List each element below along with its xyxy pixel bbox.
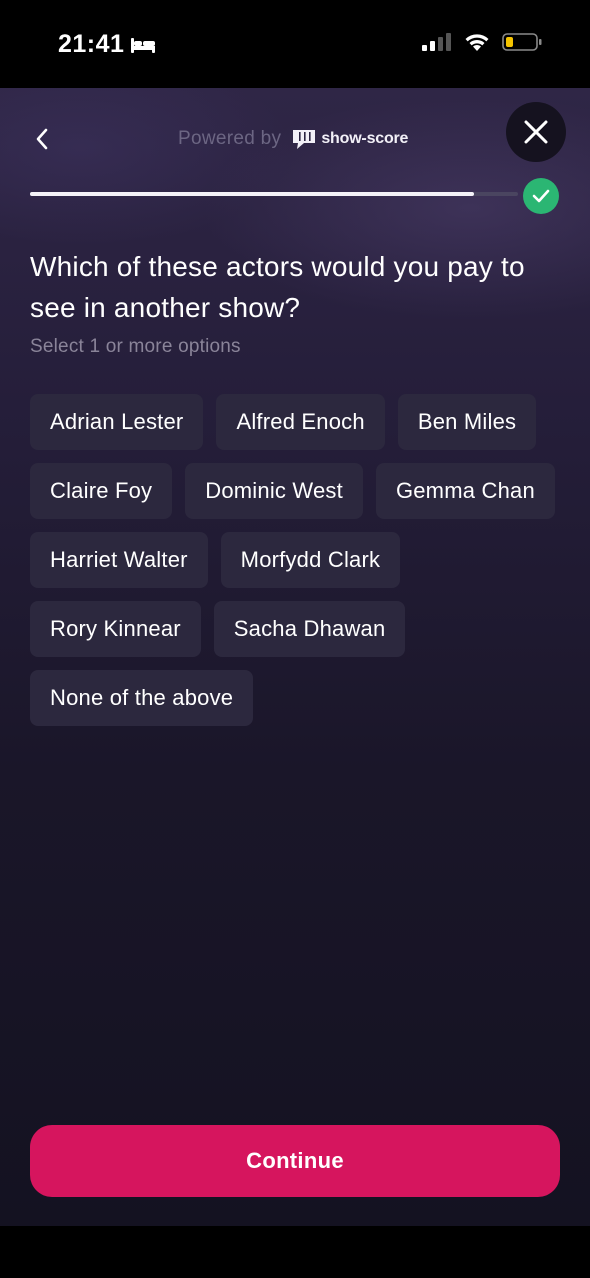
option-chip[interactable]: Morfydd Clark xyxy=(220,532,401,588)
brand-logo: show-score xyxy=(291,128,408,150)
signal-icon xyxy=(422,33,451,51)
option-chip[interactable]: None of the above xyxy=(30,670,254,726)
continue-button[interactable]: Continue xyxy=(30,1125,560,1197)
status-bar: 21:41 xyxy=(0,0,590,88)
close-button[interactable] xyxy=(506,102,566,162)
powered-by: Powered by show-score xyxy=(178,124,408,154)
battery-icon xyxy=(502,33,542,51)
survey-screen: Powered by show-score Which of these act… xyxy=(0,88,590,1226)
option-chip[interactable]: Alfred Enoch xyxy=(216,394,385,450)
bed-icon xyxy=(131,37,156,53)
brand-name: show-score xyxy=(321,130,409,147)
question-title: Which of these actors would you pay to s… xyxy=(30,251,525,323)
wifi-icon xyxy=(465,34,489,51)
bottom-safe-area xyxy=(0,1226,590,1278)
option-chip[interactable]: Claire Foy xyxy=(30,463,173,519)
progress-complete-badge xyxy=(523,178,559,214)
status-time: 21:41 xyxy=(58,30,156,59)
show-score-logo-icon xyxy=(293,130,316,149)
progress-bar xyxy=(30,192,518,196)
option-chip[interactable]: Rory Kinnear xyxy=(30,601,201,657)
check-icon xyxy=(532,189,550,203)
powered-by-label: Powered by xyxy=(178,128,282,149)
close-icon xyxy=(524,120,548,144)
option-chip[interactable]: Dominic West xyxy=(185,463,363,519)
chevron-left-icon xyxy=(36,128,48,150)
question-hint: Select 1 or more options xyxy=(30,336,241,357)
option-chip[interactable]: Sacha Dhawan xyxy=(213,601,406,657)
option-list: Adrian Lester Alfred Enoch Ben Miles Claire… xyxy=(30,394,560,726)
progress-fill xyxy=(30,192,475,196)
clock-text: 21:41 xyxy=(58,30,125,58)
option-chip[interactable]: Gemma Chan xyxy=(375,463,555,519)
option-chip[interactable]: Ben Miles xyxy=(397,394,537,450)
option-chip[interactable]: Adrian Lester xyxy=(30,394,204,450)
back-button[interactable] xyxy=(26,122,58,156)
option-chip[interactable]: Harriet Walter xyxy=(30,532,208,588)
